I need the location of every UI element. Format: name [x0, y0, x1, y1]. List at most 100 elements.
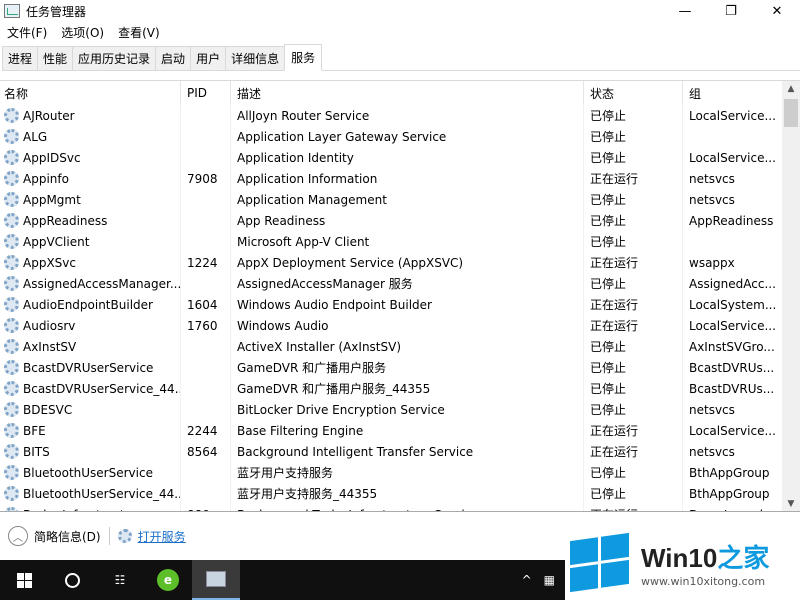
- table-row[interactable]: AppMgmt Application Management 已停止 netsvcs: [0, 189, 782, 210]
- service-description: Application Management: [231, 189, 584, 210]
- service-name: AppIDSvc: [0, 147, 181, 168]
- ie-taskbar-button[interactable]: e: [144, 560, 192, 600]
- table-row[interactable]: AppIDSvc Application Identity 已停止 LocalServ…: [0, 147, 782, 168]
- show-hidden-icons-chevron-icon[interactable]: ^: [522, 573, 532, 587]
- service-group: DcomLaunch: [683, 504, 782, 512]
- table-row[interactable]: AppXSvc 1224 AppX Deployment Service (AppX…: [0, 252, 782, 273]
- cell-text: Windows Audio: [237, 318, 329, 333]
- tab-details[interactable]: 详细信息: [225, 46, 285, 71]
- tab-processes[interactable]: 进程: [2, 46, 38, 71]
- service-description: GameDVR 和广播用户服务_44355: [231, 378, 584, 399]
- cell-text: Application Layer Gateway Service: [237, 129, 447, 144]
- table-row[interactable]: BDESVC BitLocker Drive Encryption Service…: [0, 399, 782, 420]
- service-name: ALG: [0, 126, 181, 147]
- table-row[interactable]: BluetoothUserService 蓝牙用户支持服务 已停止 BthAppGro…: [0, 462, 782, 483]
- tab-users[interactable]: 用户: [190, 46, 226, 71]
- cell-text: 正在运行: [590, 424, 639, 438]
- tab-performance[interactable]: 性能: [37, 46, 73, 71]
- cell-text: AxInstSVGro...: [689, 339, 775, 354]
- menu-options[interactable]: 选项(O): [54, 24, 111, 41]
- cell-text: 正在运行: [590, 506, 638, 511]
- cell-text: Microsoft App-V Client: [237, 234, 370, 249]
- table-row[interactable]: AppReadiness App Readiness 已停止 AppReadiness: [0, 210, 782, 231]
- cell-text: GameDVR 和广播用户服务: [237, 361, 387, 375]
- cell-text: 已停止: [590, 487, 627, 501]
- table-row[interactable]: Audiosrv 1760 Windows Audio 正在运行 LocalServic…: [0, 315, 782, 336]
- table-row[interactable]: BFE 2244 Base Filtering Engine 正在运行 LocalSer…: [0, 420, 782, 441]
- table-row[interactable]: AxInstSV ActiveX Installer (AxInstSV) 已停止 A…: [0, 336, 782, 357]
- maximize-button[interactable]: ❐: [708, 0, 754, 22]
- cortana-button[interactable]: [48, 560, 96, 600]
- task-manager-icon: [4, 4, 20, 18]
- chevron-up-icon[interactable]: ︿: [8, 526, 28, 546]
- table-row[interactable]: ALG Application Layer Gateway Service 已停止: [0, 126, 782, 147]
- scroll-up-icon[interactable]: ▲: [782, 81, 800, 98]
- service-group: AppReadiness: [683, 210, 782, 231]
- scrollbar-thumb[interactable]: [784, 99, 798, 127]
- footer: ︿ 简略信息(D) 打开服务: [0, 520, 186, 552]
- cell-text: Base Filtering Engine: [237, 423, 364, 438]
- keyboard-icon[interactable]: ▦: [544, 573, 555, 587]
- cell-text: AxInstSV: [23, 339, 77, 354]
- task-view-button[interactable]: ☷: [96, 560, 144, 600]
- cell-text: netsvcs: [689, 192, 735, 207]
- watermark: Win10之家 www.win10xitong.com: [565, 525, 800, 600]
- table-row[interactable]: AJRouter AllJoyn Router Service 已停止 LocalSe…: [0, 105, 782, 126]
- table-row[interactable]: AudioEndpointBuilder 1604 Windows Audio En…: [0, 294, 782, 315]
- service-status: 已停止: [584, 189, 683, 210]
- service-group: [683, 126, 782, 147]
- services-table: ^ 名称 PID 描述 状态 组 AJRouter AllJoyn Router S…: [0, 80, 800, 512]
- table-body: AJRouter AllJoyn Router Service 已停止 LocalSe…: [0, 105, 782, 512]
- service-pid: [181, 399, 231, 420]
- tab-startup[interactable]: 启动: [155, 46, 191, 71]
- cell-text: 正在运行: [590, 256, 639, 270]
- column-header-status[interactable]: 状态: [584, 81, 683, 105]
- service-status: 已停止: [584, 357, 683, 378]
- cell-text: 正在运行: [590, 172, 639, 186]
- column-header-group[interactable]: 组: [683, 81, 782, 105]
- cell-text: 已停止: [590, 277, 627, 291]
- service-name: BcastDVRUserService_44...: [0, 378, 181, 399]
- table-row[interactable]: BcastDVRUserService_44... GameDVR 和广播用户服务…: [0, 378, 782, 399]
- start-button[interactable]: [0, 560, 48, 600]
- vertical-scrollbar[interactable]: ▲ ▼: [782, 81, 800, 511]
- service-name: BrokerInfrastructure: [0, 504, 181, 511]
- service-gear-icon: [4, 465, 19, 480]
- services-gear-icon: [117, 529, 132, 543]
- menu-file[interactable]: 文件(F): [0, 24, 54, 41]
- table-row[interactable]: BcastDVRUserService GameDVR 和广播用户服务 已停止 Bca…: [0, 357, 782, 378]
- service-description: ActiveX Installer (AxInstSV): [231, 336, 584, 357]
- service-description: 蓝牙用户支持服务_44355: [231, 483, 584, 504]
- table-row[interactable]: BluetoothUserService_44... 蓝牙用户支持服务_44355…: [0, 483, 782, 504]
- open-services-link[interactable]: 打开服务: [138, 528, 186, 545]
- minimize-button[interactable]: —: [662, 0, 708, 22]
- cell-text: ALG: [23, 129, 48, 144]
- tab-services[interactable]: 服务: [284, 44, 323, 71]
- cell-text: Application Identity: [237, 150, 354, 165]
- task-manager-taskbar-button[interactable]: [192, 560, 240, 600]
- cell-text: 已停止: [590, 214, 627, 228]
- table-row[interactable]: BrokerInfrastructure 880 Background Tasks …: [0, 504, 782, 512]
- cell-text: AppIDSvc: [23, 150, 81, 165]
- table-row[interactable]: AppVClient Microsoft App-V Client 已停止: [0, 231, 782, 252]
- column-header-description[interactable]: 描述: [231, 81, 584, 105]
- table-row[interactable]: BITS 8564 Background Intelligent Transfer …: [0, 441, 782, 462]
- table-row[interactable]: AssignedAccessManager... AssignedAccessMa…: [0, 273, 782, 294]
- menu-view[interactable]: 查看(V): [111, 24, 167, 41]
- column-header-name[interactable]: ^ 名称: [0, 81, 181, 105]
- cell-text: netsvcs: [689, 444, 735, 459]
- cell-text: 7908: [187, 171, 218, 186]
- column-header-pid[interactable]: PID: [181, 81, 231, 105]
- sort-ascending-icon: ^: [84, 80, 93, 88]
- cell-text: 880: [187, 508, 210, 512]
- table-row[interactable]: Appinfo 7908 Application Information 正在运行 ne…: [0, 168, 782, 189]
- scroll-down-icon[interactable]: ▼: [782, 496, 800, 511]
- cell-text: wsappx: [689, 255, 735, 270]
- fewer-details-button[interactable]: 简略信息(D): [34, 528, 101, 545]
- service-description: AllJoyn Router Service: [231, 105, 584, 126]
- cell-text: BITS: [23, 444, 50, 459]
- close-button[interactable]: ✕: [754, 0, 800, 22]
- cell-text: Windows Audio Endpoint Builder: [237, 297, 432, 312]
- service-group: BthAppGroup: [683, 483, 782, 504]
- tab-app-history[interactable]: 应用历史记录: [72, 46, 156, 71]
